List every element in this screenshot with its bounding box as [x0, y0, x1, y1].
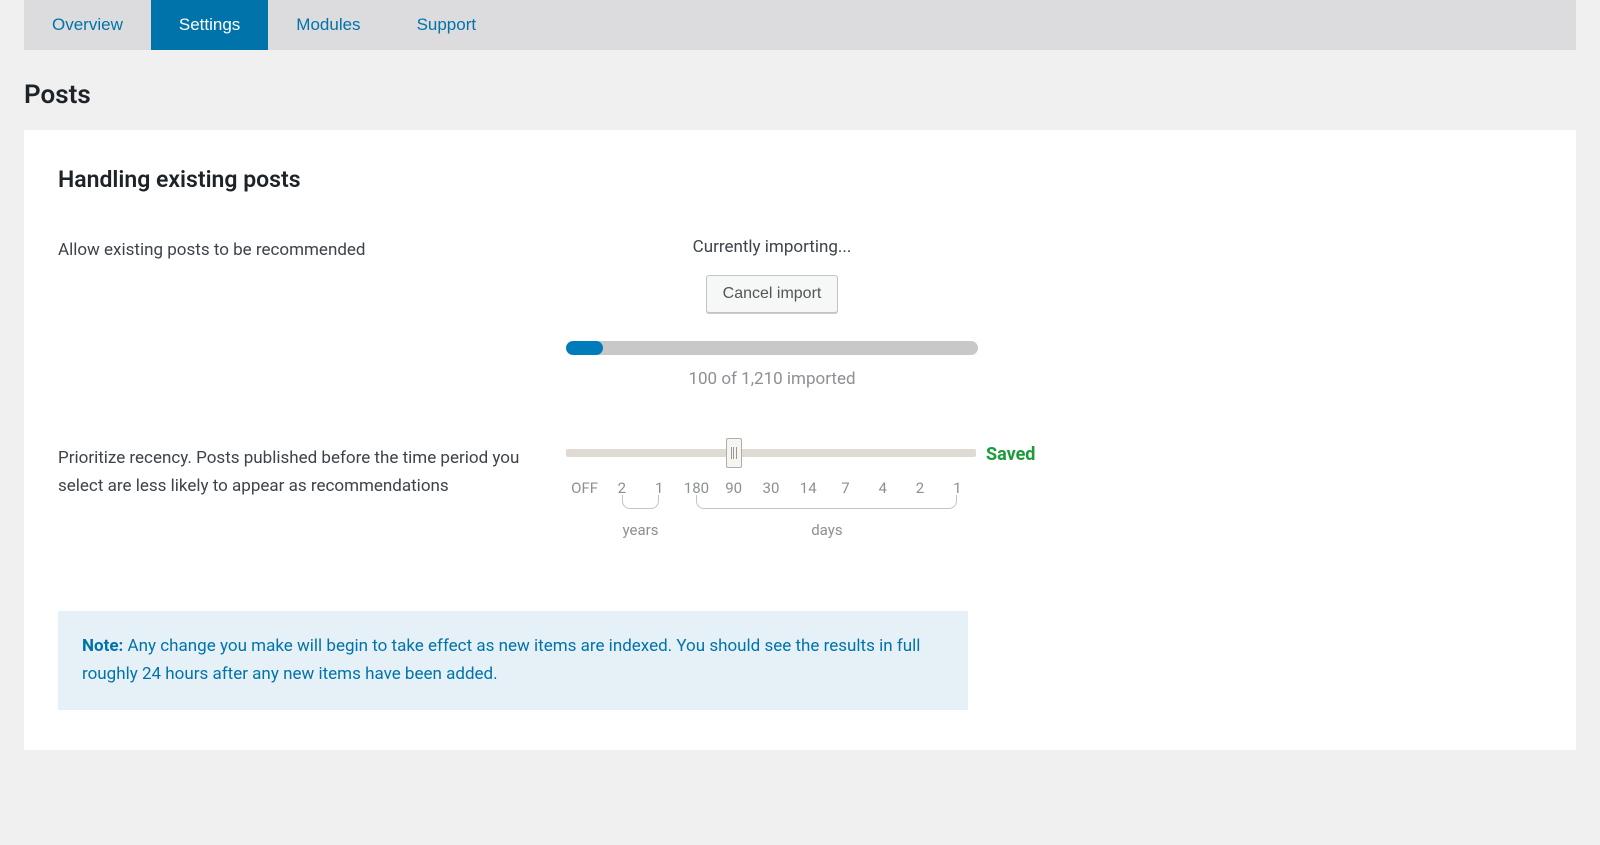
tab-settings[interactable]: Settings	[151, 0, 268, 50]
tab-modules[interactable]: Modules	[268, 0, 388, 50]
row-label-recency: Prioritize recency. Posts published befo…	[58, 445, 566, 541]
section-title: Handling existing posts	[58, 166, 1542, 193]
import-wrap: Currently importing... Cancel import 100…	[566, 237, 978, 389]
note-prefix: Note:	[82, 636, 123, 656]
bracket-years-icon	[622, 495, 659, 509]
tab-overview[interactable]: Overview	[24, 0, 151, 50]
import-progress-fill	[566, 341, 603, 355]
cancel-import-button[interactable]: Cancel import	[706, 275, 839, 313]
row-label-allow-existing: Allow existing posts to be recommended	[58, 237, 566, 389]
note-box: Note: Any change you make will begin to …	[58, 611, 968, 709]
slider-thumb[interactable]	[726, 438, 742, 468]
row-control-allow-existing: Currently importing... Cancel import 100…	[566, 237, 1542, 389]
import-status-text: Currently importing...	[566, 237, 978, 257]
row-control-recency: OFF211809030147421 years days Saved	[566, 445, 1542, 541]
recency-slider[interactable]: OFF211809030147421 years days	[566, 449, 976, 541]
import-progress-text: 100 of 1,210 imported	[566, 369, 978, 389]
row-allow-existing: Allow existing posts to be recommended C…	[58, 237, 1542, 389]
unit-days-label: days	[811, 521, 842, 539]
slider-units: years days	[566, 521, 976, 541]
slider-track[interactable]	[566, 449, 976, 457]
page-title: Posts	[24, 80, 1600, 110]
tab-support[interactable]: Support	[389, 0, 505, 50]
slider-brackets	[566, 495, 976, 515]
saved-badge: Saved	[986, 444, 1035, 465]
row-recency: Prioritize recency. Posts published befo…	[58, 445, 1542, 541]
unit-years-label: years	[623, 521, 659, 539]
bracket-days-icon	[696, 495, 957, 509]
import-progress-bar	[566, 341, 978, 355]
note-text: Any change you make will begin to take e…	[82, 636, 920, 683]
settings-panel: Handling existing posts Allow existing p…	[24, 130, 1576, 750]
nav-tabs: OverviewSettingsModulesSupport	[24, 0, 1576, 50]
